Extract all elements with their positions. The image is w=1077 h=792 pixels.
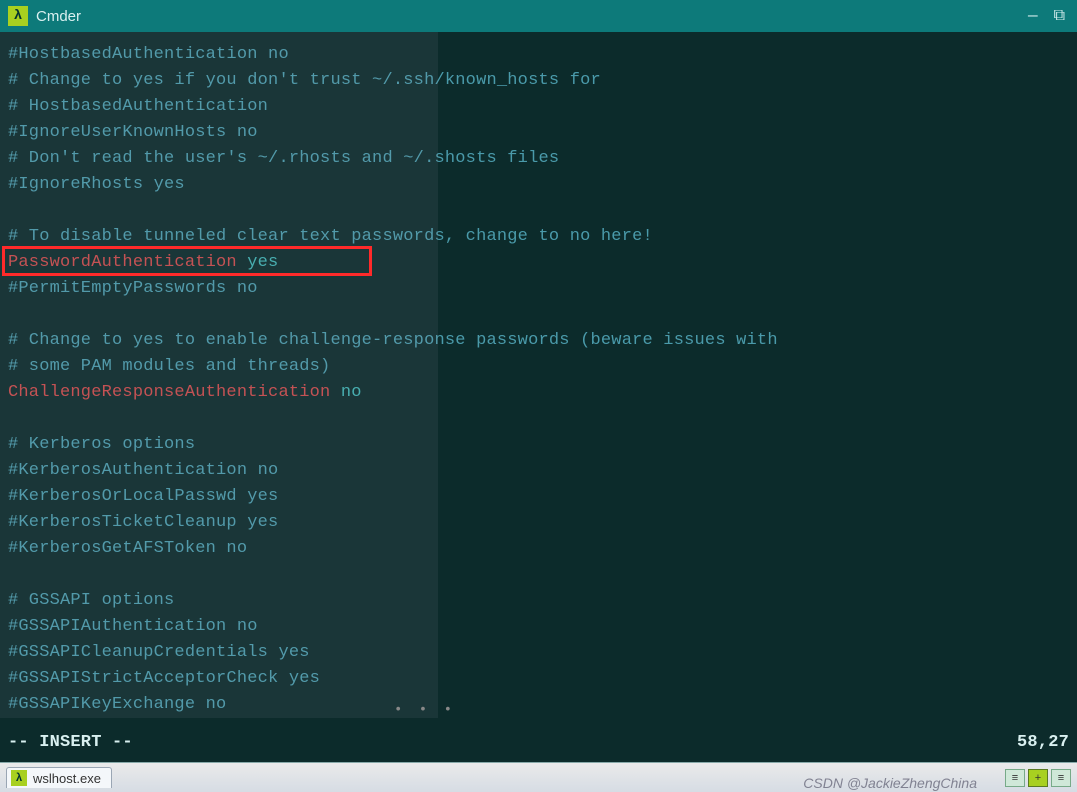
terminal-line: # HostbasedAuthentication: [8, 94, 1069, 120]
terminal-line: #GSSAPIStrictAcceptorCheck yes: [8, 666, 1069, 692]
terminal-line: #IgnoreUserKnownHosts no: [8, 120, 1069, 146]
vim-status-line: -- INSERT -- 58,27: [8, 730, 1069, 756]
terminal-line: ChallengeResponseAuthentication no: [8, 380, 1069, 406]
terminal-line: [8, 406, 1069, 432]
terminal-line: #GSSAPICleanupCredentials yes: [8, 640, 1069, 666]
terminal-line: # To disable tunneled clear text passwor…: [8, 224, 1069, 250]
terminal-line: [8, 562, 1069, 588]
window-controls: — ⧉: [1028, 0, 1077, 32]
terminal-line: # Change to yes to enable challenge-resp…: [8, 328, 1069, 354]
tray-icon[interactable]: +: [1028, 769, 1048, 787]
terminal-line: #PermitEmptyPasswords no: [8, 276, 1069, 302]
terminal-line: # Don't read the user's ~/.rhosts and ~/…: [8, 146, 1069, 172]
terminal-line: #KerberosAuthentication no: [8, 458, 1069, 484]
terminal-line: #KerberosGetAFSToken no: [8, 536, 1069, 562]
vim-mode: -- INSERT --: [8, 730, 133, 756]
config-value: yes: [237, 253, 279, 272]
terminal-line: #GSSAPIAuthentication no: [8, 614, 1069, 640]
watermark-text: CSDN @JackieZhengChina: [803, 775, 977, 791]
terminal-line: #KerberosTicketCleanup yes: [8, 510, 1069, 536]
tray-icon[interactable]: ≡: [1005, 769, 1025, 787]
titlebar[interactable]: λ Cmder — ⧉: [0, 0, 1077, 32]
lambda-icon: λ: [11, 770, 27, 786]
terminal-line: # Change to yes if you don't trust ~/.ss…: [8, 68, 1069, 94]
terminal-line: [8, 302, 1069, 328]
terminal-line: # GSSAPI options: [8, 588, 1069, 614]
maximize-button[interactable]: ⧉: [1054, 7, 1065, 25]
tray-icon[interactable]: ≡: [1051, 769, 1071, 787]
app-icon: λ: [8, 6, 28, 26]
terminal-line: #HostbasedAuthentication no: [8, 42, 1069, 68]
terminal-line: #GSSAPIKeyExchange no: [8, 692, 1069, 718]
vim-cursor-pos: 58,27: [1017, 730, 1069, 756]
statusbar: λ wslhost.exe CSDN @JackieZhengChina ≡+≡: [0, 762, 1077, 792]
app-title: Cmder: [36, 8, 81, 25]
console-tab[interactable]: λ wslhost.exe: [6, 767, 112, 788]
config-key: ChallengeResponseAuthentication: [8, 383, 330, 402]
terminal-area[interactable]: #HostbasedAuthentication no# Change to y…: [0, 32, 1077, 762]
terminal-line: #KerberosOrLocalPasswd yes: [8, 484, 1069, 510]
config-value: no: [330, 383, 361, 402]
tray-icons: ≡+≡: [1005, 769, 1071, 787]
config-key: PasswordAuthentication: [8, 253, 237, 272]
highlighted-config-line: PasswordAuthentication yes: [8, 250, 1069, 276]
terminal-line: [8, 198, 1069, 224]
terminal-line: #IgnoreRhosts yes: [8, 172, 1069, 198]
terminal-line: # some PAM modules and threads): [8, 354, 1069, 380]
minimize-button[interactable]: —: [1028, 7, 1038, 25]
terminal-line: # Kerberos options: [8, 432, 1069, 458]
tab-label: wslhost.exe: [33, 771, 101, 786]
